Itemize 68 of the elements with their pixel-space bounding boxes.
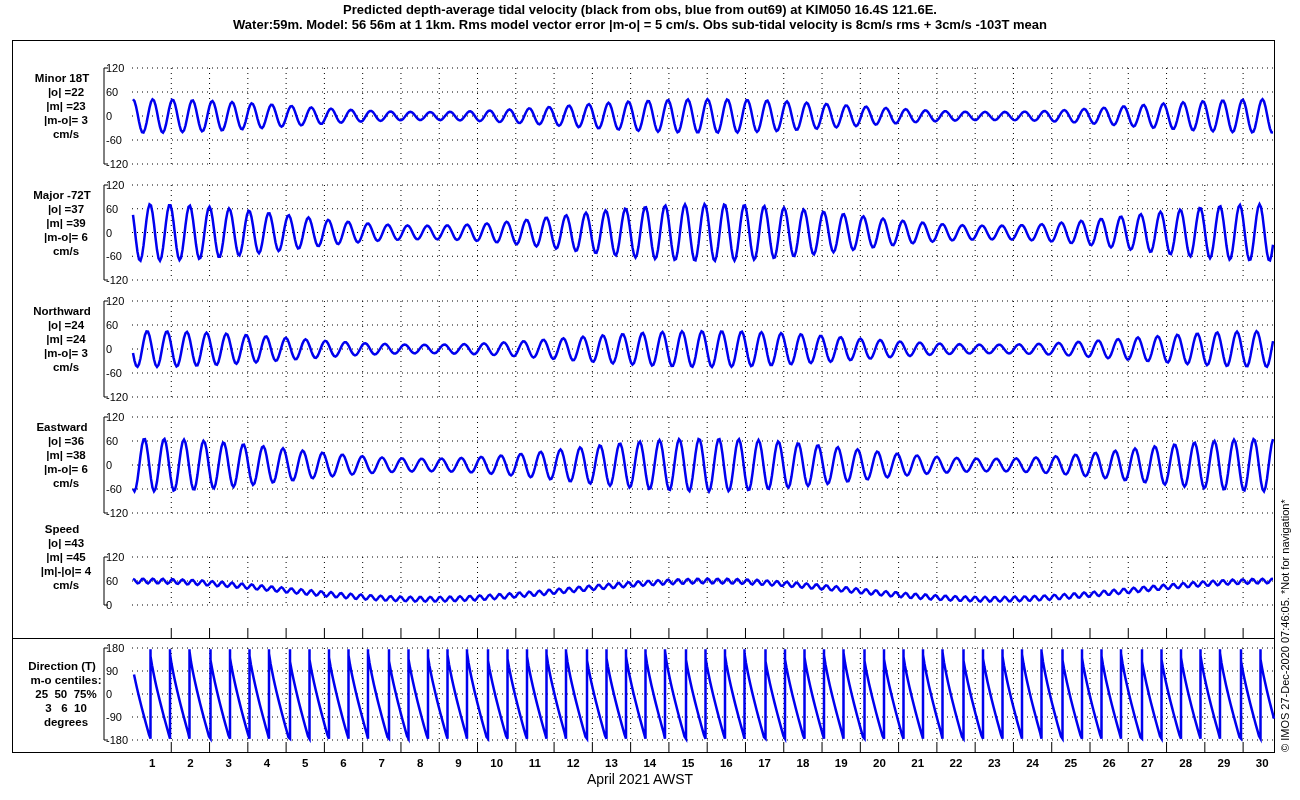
panel-label: Speed |o| =43 |m| =45 |m|-|o|= 4 cm/s: [40, 523, 92, 591]
axis-tick-label: 17: [758, 757, 771, 769]
axis-tick-label: 27: [1141, 757, 1154, 769]
axis-tick-label: 19: [834, 757, 848, 769]
panel-label: Minor 18T |o| =22 |m| =23 |m-o|= 3 cm/s: [34, 72, 90, 140]
axis-tick-label: -90: [106, 711, 122, 723]
axis-tick-label: 5: [302, 757, 309, 769]
axis-tick-label: 22: [949, 757, 963, 769]
axis-tick-label: 120: [106, 551, 125, 563]
axis-tick-label: 60: [106, 435, 119, 447]
axis-tick-label: -120: [106, 507, 129, 519]
axis-tick-label: 0: [106, 599, 113, 611]
axis-tick-label: 9: [455, 757, 462, 769]
axis-tick-label: 180: [106, 642, 125, 654]
axis-tick-label: 11: [528, 757, 542, 769]
axis-tick-label: 60: [106, 575, 119, 587]
panel-label: Northward |o| =24 |m| =24 |m-o|= 3 cm/s: [33, 305, 91, 373]
axis-tick-label: 120: [106, 62, 125, 74]
axis-tick-label: 2: [187, 757, 194, 769]
chart-subtitle: Water:59m. Model: 56 56m at 1 1km. Rms model vector error |m-o| = 5 cm/s. Obs sub-tidal velocity is 8cm/s rms + 3cm/s -103T mean: [233, 17, 1047, 32]
axis-tick-label: -120: [106, 158, 129, 170]
axis-tick-label: -120: [106, 274, 129, 286]
axis-tick-label: 12: [566, 757, 580, 769]
axis-tick-label: 15: [681, 757, 695, 769]
axis-tick-label: -60: [106, 134, 122, 146]
axis-tick-label: 18: [796, 757, 810, 769]
axis-tick-label: 0: [106, 459, 113, 471]
panel-label: Major -72T |o| =37 |m| =39 |m-o|= 6 cm/s: [33, 188, 91, 257]
axis-tick-label: -120: [106, 391, 129, 403]
axis-tick-label: 29: [1217, 757, 1231, 769]
axis-tick-label: 0: [106, 110, 113, 122]
axis-tick-label: 23: [987, 757, 1001, 769]
axis-title: April 2021 AWST: [586, 771, 694, 787]
axis-tick-label: 20: [873, 757, 886, 769]
panel-label: Eastward |o| =36 |m| =38 |m-o|= 6 cm/s: [36, 421, 88, 489]
axis-tick-label: 25: [1064, 757, 1078, 769]
axis-tick-label: -60: [106, 250, 122, 263]
axis-tick-label: 24: [1026, 757, 1039, 769]
axis-tick-label: 0: [106, 688, 113, 700]
axis-tick-label: 8: [416, 757, 424, 769]
axis-tick-label: 90: [106, 665, 119, 677]
axis-tick-label: 60: [106, 202, 119, 215]
axis-tick-label: 28: [1179, 757, 1193, 769]
axis-tick-label: 26: [1102, 757, 1116, 769]
axis-tick-label: -180: [106, 734, 129, 746]
axis-tick-label: 21: [911, 757, 925, 769]
axis-tick-label: 30: [1255, 757, 1269, 769]
axis-tick-label: 14: [643, 757, 657, 769]
chart-title: Predicted depth-average tidal velocity (black from obs, blue from out69) at KIM050 16.4S 121.6E.: [343, 2, 937, 17]
axis-tick-label: 0: [106, 226, 113, 239]
panel-label: Direction (T) m-o centiles: 25 50 75% 3 6 10 degrees: [28, 660, 102, 728]
axis-tick-label: 60: [106, 86, 119, 98]
axis-tick-label: 1: [148, 757, 156, 769]
axis-tick-label: 0: [106, 343, 113, 355]
axis-tick-label: 10: [490, 757, 504, 769]
axis-tick-label: 13: [605, 757, 618, 769]
axis-tick-label: 3: [225, 757, 232, 769]
axis-tick-label: 16: [719, 757, 733, 769]
axis-tick-label: 6: [340, 757, 347, 769]
axis-tick-label: -60: [106, 483, 122, 495]
axis-tick-label: 120: [106, 411, 125, 423]
axis-tick-label: 4: [263, 757, 271, 769]
axis-tick-label: 120: [106, 295, 125, 307]
axis-tick-label: 60: [106, 319, 119, 331]
axis-tick-label: 7: [378, 757, 385, 769]
axis-tick-label: 120: [106, 179, 125, 191]
credit-text: © IMOS 27-Dec-2020 07:46:05. *Not for navigation*: [1279, 499, 1291, 752]
axis-tick-label: -60: [106, 367, 122, 379]
